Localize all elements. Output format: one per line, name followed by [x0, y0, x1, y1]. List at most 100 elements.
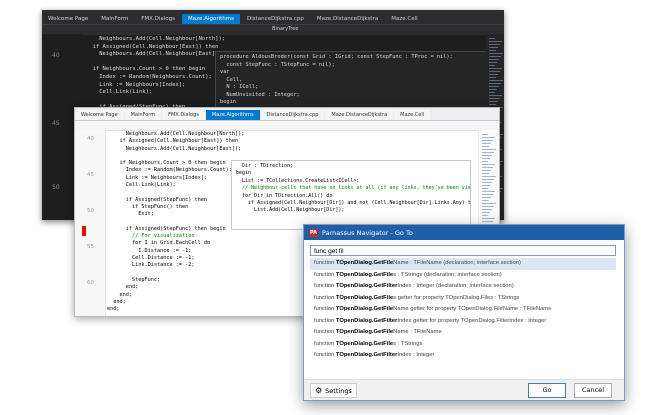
- editor-tab[interactable]: Maze.DistanceDijkstra: [325, 110, 394, 120]
- minimap-line: [489, 95, 502, 96]
- minimap-line: [482, 191, 495, 192]
- result-row[interactable]: function TOpenDialog.GetFileName getter …: [310, 304, 616, 316]
- minimap-line: [482, 218, 495, 219]
- result-class: TOpenDialog.: [335, 294, 374, 301]
- code-line: end;: [107, 291, 132, 298]
- code-line: end;: [107, 306, 120, 313]
- minimap-line: [482, 185, 490, 186]
- light-code-editor[interactable]: Neighbours.Add(Cell.Neighbour[North]); i…: [107, 131, 244, 313]
- result-row[interactable]: function TOpenDialog.GetFilterIndex : In…: [310, 281, 616, 293]
- code-line: const StepFunc : TStepFunc = nil);: [220, 61, 335, 68]
- code-line: List := TCollections.CreateList<ICell>;: [236, 177, 360, 184]
- code-line: end;: [107, 298, 126, 305]
- editor-tab[interactable]: FMX.Dialogs: [135, 14, 181, 24]
- minimap-line: [482, 206, 494, 207]
- result-row[interactable]: function TOpenDialog.GetFiles : TStrings…: [310, 270, 616, 282]
- result-class: TOpenDialog.: [335, 340, 374, 347]
- minimap-line: [482, 182, 492, 183]
- code-line: Neighbours.Add(Cell.Neighbour[East]);: [107, 145, 242, 152]
- minimap-line: [482, 167, 493, 168]
- dialog-title-bar[interactable]: PA Parnassus Navigator - Go To: [304, 225, 624, 240]
- result-class: TOpenDialog.: [335, 329, 374, 335]
- result-class: TOpenDialog.: [335, 317, 374, 324]
- result-keyword: function: [314, 271, 336, 278]
- code-line: begin: [220, 99, 236, 105]
- minimap-line: [482, 140, 493, 141]
- minimap-line: [482, 170, 491, 171]
- editor-tab[interactable]: Maze.Algorithms: [182, 14, 240, 24]
- result-row[interactable]: function TOpenDialog.GetFilterIndex gett…: [310, 316, 616, 328]
- dialog-footer: ⚙ Settings Go Cancel: [304, 379, 624, 400]
- minimap-line: [489, 74, 498, 75]
- code-line: if Neighbours.Count > 0 then begin: [86, 66, 206, 73]
- minimap-line: [489, 68, 502, 69]
- result-keyword: function: [314, 306, 336, 312]
- code-line: for I in Grid.EachCell do: [107, 240, 211, 247]
- result-keyword: function: [314, 329, 336, 335]
- editor-tab[interactable]: MainForm: [95, 14, 134, 24]
- result-keyword: function: [314, 294, 336, 301]
- code-line: Link.Distance := -2;: [107, 262, 195, 269]
- editor-tab[interactable]: Welcome Page: [42, 14, 94, 24]
- result-keyword: function: [314, 283, 336, 289]
- results-list[interactable]: function TOpenDialog.GetFileName : TFile…: [310, 258, 616, 378]
- editor-tab[interactable]: DistanceDijkstra.cpp: [260, 110, 325, 120]
- editor-tab[interactable]: Maze.Cell: [394, 110, 431, 120]
- line-number: 45: [87, 172, 94, 178]
- editor-tab[interactable]: FMX.Dialogs: [162, 110, 205, 120]
- minimap-line: [482, 200, 489, 201]
- result-detail: Name getter for property TOpenDialog.Fil…: [393, 306, 552, 312]
- minimap-line: [489, 80, 503, 81]
- editor-tab[interactable]: Maze.DistanceDijkstra: [311, 14, 384, 24]
- settings-button[interactable]: ⚙ Settings: [310, 383, 357, 398]
- go-button[interactable]: Go: [528, 383, 566, 398]
- editor-tab[interactable]: Maze.Cell: [385, 14, 423, 24]
- code-line: if Assigned(StepFunc) then begin: [107, 225, 226, 232]
- minimap-line: [482, 221, 493, 222]
- minimap-line: [482, 164, 495, 165]
- code-line: // Neighbour cells that have no links at…: [236, 185, 471, 192]
- result-class: TOpenDialog.: [335, 271, 374, 278]
- editor-tab[interactable]: Welcome Page: [75, 110, 124, 120]
- code-line: if Neighbours.Count > 0 then begin: [107, 160, 226, 167]
- code-line: var: [220, 69, 230, 75]
- result-row[interactable]: function TOpenDialog.GetFiles getter for…: [310, 293, 616, 305]
- code-line: if StepFunc() then: [107, 203, 189, 210]
- minimap-line: [482, 146, 489, 147]
- code-line: if Assigned(Cell.Neighbour[East]) then: [86, 43, 219, 50]
- minimap-line: [482, 179, 494, 180]
- minimap-line: [489, 86, 499, 87]
- result-row[interactable]: function TOpenDialog.GetFileName : TFile…: [310, 327, 616, 339]
- result-detail: Name : TFileName: [393, 329, 442, 335]
- minimap-line: [482, 212, 490, 213]
- result-keyword: function: [314, 340, 336, 347]
- result-keyword: function: [314, 317, 336, 324]
- minimap-line: [482, 152, 494, 153]
- line-number: 45: [52, 120, 60, 127]
- symbol-selector[interactable]: BinaryTree: [272, 26, 298, 32]
- breakpoint-marker[interactable]: [82, 226, 86, 236]
- result-class: TOpenDialog.: [335, 283, 374, 289]
- minimap-line: [482, 188, 488, 189]
- line-number: 40: [87, 136, 94, 142]
- result-row[interactable]: function TOpenDialog.GetFiles : TStrings: [310, 339, 616, 351]
- search-input[interactable]: func get fil: [310, 245, 616, 256]
- result-row[interactable]: function TOpenDialog.GetFileName : TFile…: [310, 258, 616, 270]
- code-line: Neighbours.Add(Cell.Neighbour[North]);: [107, 131, 245, 137]
- light-editor-toolbar: [75, 121, 499, 131]
- editor-tab[interactable]: DistanceDijkstra.cpp: [241, 14, 310, 24]
- minimap-line: [489, 104, 496, 105]
- minimap-line: [489, 56, 501, 57]
- cancel-button[interactable]: Cancel: [574, 383, 612, 398]
- settings-label: Settings: [325, 386, 352, 395]
- code-line: I.Distance := -1;: [107, 247, 192, 254]
- parnassus-logo: PA: [309, 228, 318, 237]
- minimap-line: [489, 47, 498, 48]
- editor-tab[interactable]: Maze.Algorithms: [205, 110, 260, 120]
- editor-tab[interactable]: MainForm: [124, 110, 162, 120]
- code-line: N : ICell;: [220, 84, 259, 90]
- result-detail: Name : TFileName (declaration; interface…: [393, 260, 521, 266]
- minimap-line: [489, 44, 500, 45]
- result-row[interactable]: function TOpenDialog.GetFilterIndex : In…: [310, 350, 616, 362]
